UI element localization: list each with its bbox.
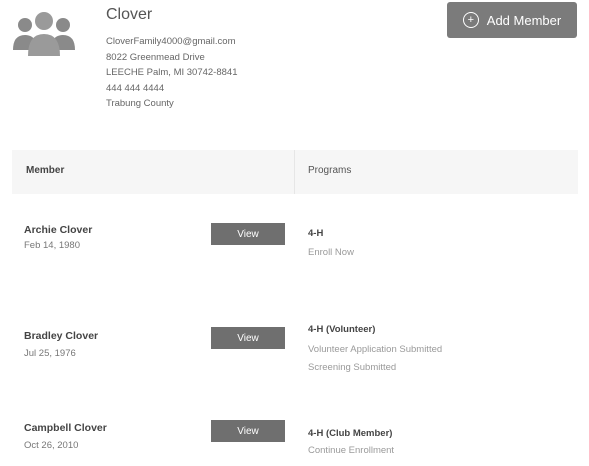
program-status-link[interactable]: Continue Enrollment [308, 445, 394, 456]
program-title: 4-H (Club Member) [308, 428, 393, 439]
members-table-header: Member Programs [12, 150, 578, 194]
view-member-button[interactable]: View [211, 420, 285, 442]
member-name: Campbell Clover [24, 422, 107, 434]
member-name: Archie Clover [24, 224, 93, 236]
family-county: Trabung County [106, 98, 174, 109]
add-circle-icon: + [462, 12, 479, 28]
member-dob: Jul 25, 1976 [24, 348, 76, 359]
family-email: CloverFamily4000@gmail.com [106, 36, 236, 47]
add-member-label: Add Member [486, 12, 562, 28]
programs-column-header: Programs [308, 165, 352, 176]
program-status-link[interactable]: Enroll Now [308, 247, 354, 258]
family-address-street: 8022 Greenmead Drive [106, 51, 205, 63]
program-status-text: Volunteer Application Submitted [308, 344, 443, 355]
column-divider [294, 150, 295, 194]
family-address-city: LEECHE Palm, MI 30742-8841 [106, 67, 238, 78]
program-title: 4-H (Volunteer) [308, 324, 376, 335]
member-column-header: Member [26, 165, 65, 176]
member-name: Bradley Clover [24, 330, 99, 342]
program-status-text: Screening Submitted [308, 362, 397, 373]
view-member-button[interactable]: View [211, 327, 285, 349]
family-name: Clover [106, 6, 153, 23]
add-member-button[interactable]: + Add Member [447, 2, 577, 38]
program-title: 4-H [308, 228, 324, 239]
family-details: CloverFamily4000@gmail.com 8022 Greenmea… [106, 34, 237, 112]
family-header: Clover CloverFamily4000@gmail.com 8022 G… [0, 0, 589, 140]
family-phone: 444 444 4444 [106, 82, 165, 94]
member-dob: Feb 14, 1980 [24, 240, 80, 251]
family-avatar-icon [13, 12, 75, 56]
view-member-button[interactable]: View [211, 223, 285, 245]
member-dob: Oct 26, 2010 [24, 440, 79, 451]
